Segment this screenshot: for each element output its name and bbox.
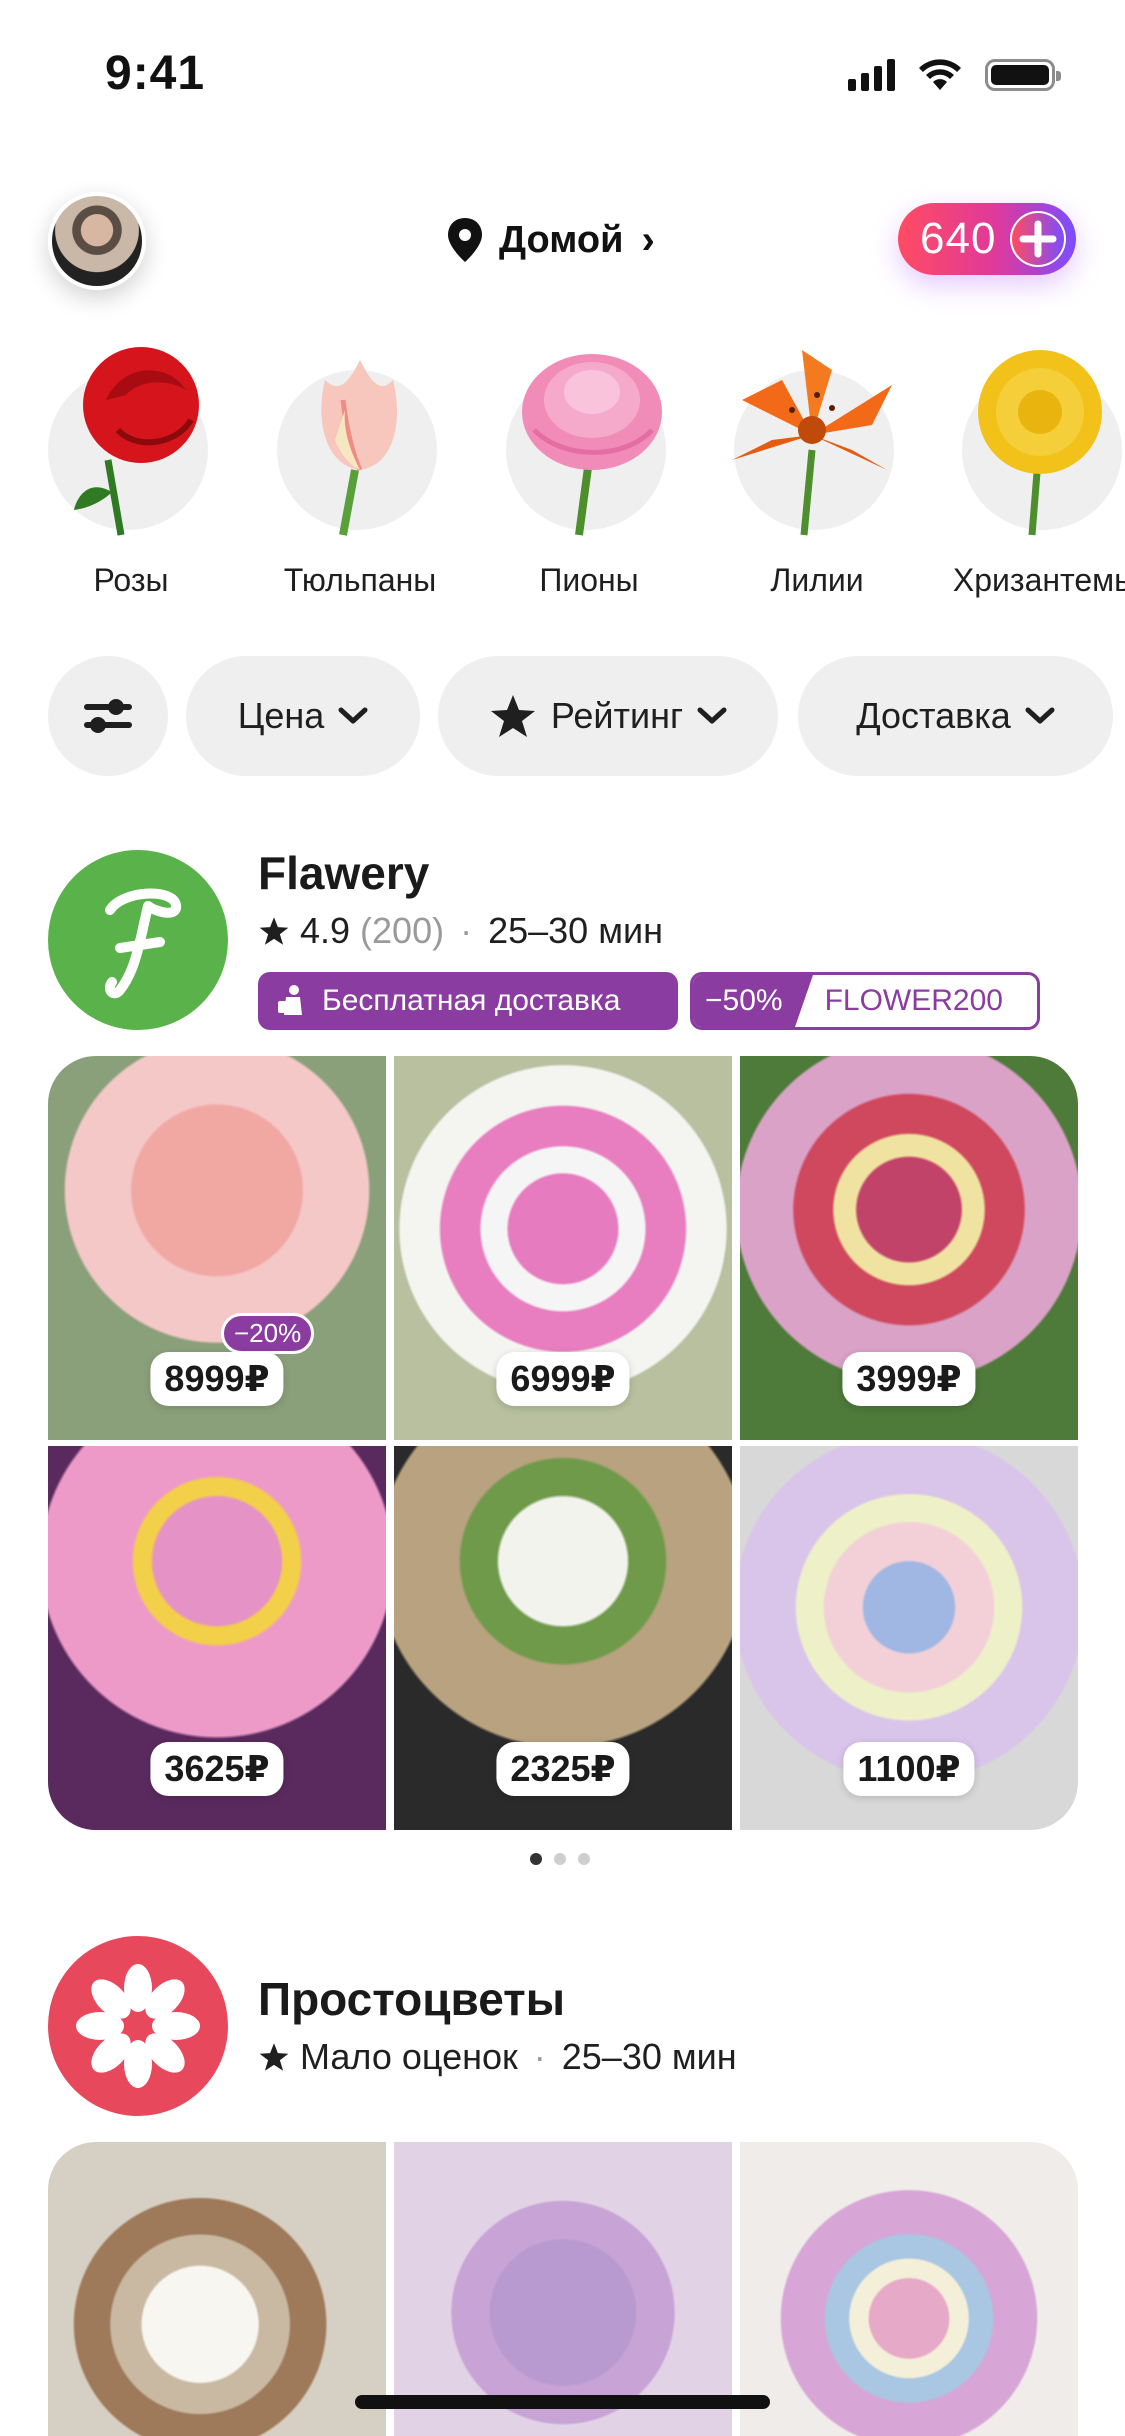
product-price: 6999₽ bbox=[496, 1352, 630, 1406]
product-price: 2325₽ bbox=[496, 1742, 630, 1796]
product-tile[interactable] bbox=[48, 2142, 386, 2436]
status-bar: 9:41 bbox=[0, 0, 1125, 150]
profile-avatar[interactable] bbox=[48, 192, 146, 290]
status-icons bbox=[848, 58, 1061, 92]
tulip-icon bbox=[321, 360, 397, 536]
star-icon bbox=[259, 917, 289, 945]
free-delivery-label: Бесплатная доставка bbox=[322, 984, 621, 1017]
product-tile[interactable]: 1100₽ bbox=[740, 1446, 1078, 1830]
lily-icon bbox=[732, 350, 892, 536]
store-name: Flawery bbox=[258, 847, 430, 899]
separator-dot: · bbox=[460, 910, 473, 951]
category-roses[interactable]: Розы bbox=[26, 340, 226, 610]
product-tile[interactable]: −20% 8999₽ bbox=[48, 1056, 386, 1440]
product-tile[interactable] bbox=[394, 2142, 732, 2436]
filter-rating[interactable]: Рейтинг bbox=[438, 656, 778, 776]
pager-dot bbox=[554, 1853, 566, 1865]
promo-discount: −50% bbox=[693, 975, 813, 1027]
product-tile[interactable]: 3625₽ bbox=[48, 1446, 386, 1830]
product-price: 3625₽ bbox=[150, 1742, 284, 1796]
store-logo bbox=[48, 850, 228, 1030]
status-time: 9:41 bbox=[105, 47, 206, 100]
store-reviews: (200) bbox=[360, 910, 445, 951]
filter-bar: Цена Рейтинг Доставка bbox=[0, 656, 1125, 776]
store-delivery-time: 25–30 мин bbox=[561, 2036, 737, 2077]
category-tulips[interactable]: Тюльпаны bbox=[255, 340, 455, 610]
carousel-pager bbox=[530, 1853, 590, 1865]
store-logo bbox=[48, 1936, 228, 2116]
category-chrysanthemums[interactable]: Хризантемы bbox=[940, 340, 1125, 610]
peony-icon bbox=[522, 354, 662, 536]
product-grid bbox=[48, 2142, 1078, 2436]
discount-badge: −20% bbox=[221, 1313, 315, 1354]
store-rating-text: Мало оценок bbox=[300, 2036, 518, 2077]
store-meta: Мало оценок · 25–30 мин bbox=[258, 2036, 737, 2078]
plus-icon bbox=[1010, 211, 1066, 267]
product-tile[interactable]: 6999₽ bbox=[394, 1056, 732, 1440]
store-name: Простоцветы bbox=[258, 1973, 565, 2025]
product-tile[interactable] bbox=[740, 2142, 1078, 2436]
separator-dot: · bbox=[533, 2036, 546, 2077]
filter-delivery[interactable]: Доставка bbox=[798, 656, 1113, 776]
category-label: Пионы bbox=[539, 562, 639, 598]
category-carousel: Розы Тюльпаны Пионы Лилии Хризантемы bbox=[0, 340, 1125, 610]
filter-price[interactable]: Цена bbox=[186, 656, 420, 776]
category-label: Тюльпаны bbox=[283, 562, 437, 598]
category-label: Хризантемы bbox=[952, 562, 1125, 598]
category-label: Лилии bbox=[770, 562, 864, 598]
chevron-right-icon: › bbox=[641, 217, 655, 262]
filter-price-label: Цена bbox=[237, 695, 325, 736]
location-label: Домой bbox=[499, 218, 624, 261]
product-grid: −20% 8999₽ 6999₽ 3999₽ 3625₽ 2325₽ 1100₽ bbox=[48, 1056, 1078, 1830]
category-peonies[interactable]: Пионы bbox=[484, 340, 684, 610]
location-pin-icon bbox=[448, 218, 482, 262]
store-meta: 4.9 (200) · 25–30 мин bbox=[258, 910, 663, 952]
points-value: 640 bbox=[920, 214, 997, 263]
pager-dot-active bbox=[530, 1853, 542, 1865]
chrysanthemum-icon bbox=[978, 350, 1102, 536]
star-icon bbox=[259, 2043, 289, 2071]
signal-icon bbox=[848, 59, 895, 91]
chevron-down-icon bbox=[338, 707, 368, 724]
chevron-down-icon bbox=[1025, 707, 1055, 724]
product-price: 1100₽ bbox=[843, 1742, 975, 1796]
plus-points-badge[interactable]: 640 bbox=[898, 203, 1076, 275]
star-icon bbox=[490, 695, 535, 737]
promo-code-badge[interactable]: −50% FLOWER200 bbox=[690, 972, 1040, 1030]
category-label: Розы bbox=[93, 562, 169, 598]
pager-dot bbox=[578, 1853, 590, 1865]
store-rating: 4.9 bbox=[300, 910, 351, 951]
location-selector[interactable]: Домой › bbox=[445, 210, 655, 270]
product-tile[interactable]: 3999₽ bbox=[740, 1056, 1078, 1440]
product-tile[interactable]: 2325₽ bbox=[394, 1446, 732, 1830]
screen: 9:41 Домой › 640 Розы Тюльпаны Пионы Лил… bbox=[0, 0, 1125, 2436]
rose-icon bbox=[74, 347, 199, 536]
product-price: 3999₽ bbox=[842, 1352, 976, 1406]
battery-icon bbox=[985, 59, 1061, 91]
filter-rating-label: Рейтинг bbox=[550, 695, 684, 736]
chevron-down-icon bbox=[697, 707, 727, 724]
free-delivery-badge: Бесплатная доставка bbox=[258, 972, 678, 1030]
product-price: 8999₽ bbox=[150, 1352, 284, 1406]
category-lilies[interactable]: Лилии bbox=[712, 340, 912, 610]
sliders-icon bbox=[84, 699, 132, 733]
filter-delivery-label: Доставка bbox=[856, 695, 1011, 736]
promo-code: FLOWER200 bbox=[824, 984, 1003, 1017]
filter-settings-button[interactable] bbox=[48, 656, 168, 776]
wifi-icon bbox=[919, 59, 961, 90]
courier-icon bbox=[278, 985, 302, 1015]
home-indicator[interactable] bbox=[355, 2395, 770, 2409]
store-delivery-time: 25–30 мин bbox=[488, 910, 663, 951]
